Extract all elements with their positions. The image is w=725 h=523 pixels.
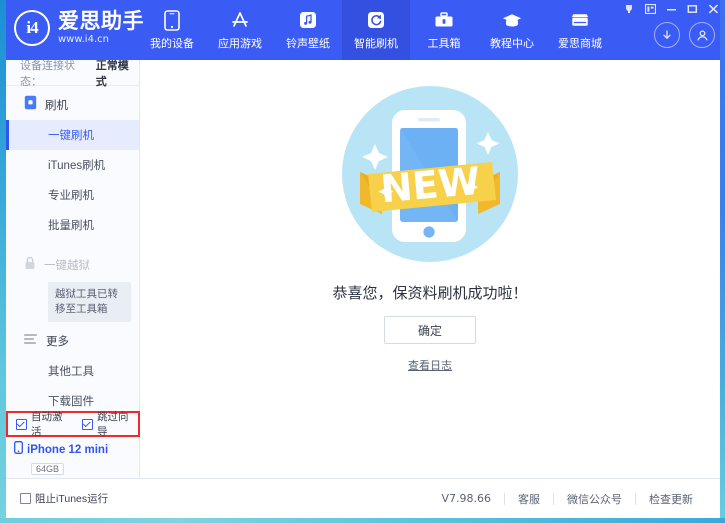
- sidebar-group-label: 一键越狱: [44, 257, 90, 273]
- nav-item-store[interactable]: 爱思商城: [546, 0, 614, 60]
- sidebar: 设备连接状态： 正常模式 刷机 一键刷机 iTunes刷机 专业刷机 批量刷机: [6, 60, 140, 463]
- device-panel[interactable]: iPhone 12 mini 64GB Down-12mini-13,1: [6, 437, 140, 478]
- success-message: 恭喜您，保资料刷机成功啦！: [140, 282, 720, 303]
- main-nav: 我的设备 应用游戏: [138, 0, 614, 60]
- device-capacity: 64GB: [31, 463, 64, 475]
- connection-status-value: 正常模式: [96, 57, 139, 89]
- nav-label: 铃声壁纸: [286, 35, 330, 51]
- sidebar-item-pro-flash[interactable]: 专业刷机: [6, 180, 139, 210]
- nav-item-apps-games[interactable]: 应用游戏: [206, 0, 274, 60]
- nav-item-toolbox[interactable]: 工具箱: [410, 0, 478, 60]
- checkbox-box-icon: [20, 493, 31, 504]
- nav-label: 应用游戏: [218, 35, 262, 51]
- skin-icon[interactable]: [623, 3, 635, 15]
- status-bar: 阻止iTunes运行 V7.98.66 客服 微信公众号 检查更新: [6, 478, 720, 518]
- window-edge-left: [0, 0, 6, 523]
- sidebar-item-one-key-flash[interactable]: 一键刷机: [6, 120, 139, 150]
- phone-small-icon: [14, 441, 23, 459]
- app-window: i4 爱思助手 www.i4.cn 我的设备: [0, 0, 725, 523]
- checkbox-skip-wizard[interactable]: 跳过向导: [82, 409, 138, 439]
- brand-url: www.i4.cn: [58, 35, 144, 45]
- brand-name: 爱思助手: [58, 11, 144, 32]
- download-circle-icon[interactable]: [654, 22, 680, 48]
- phone-icon: [161, 9, 183, 31]
- sidebar-group-more: 更多: [6, 326, 139, 356]
- confirm-button[interactable]: 确定: [384, 316, 476, 344]
- nav-item-tutorial-center[interactable]: 教程中心: [478, 0, 546, 60]
- refresh-icon: [365, 9, 387, 31]
- checkbox-auto-activate[interactable]: 自动激活: [16, 409, 72, 439]
- brand-logo: i4 爱思助手 www.i4.cn: [14, 10, 144, 46]
- sidebar-item-label: 一键刷机: [48, 127, 94, 143]
- connection-status-label: 设备连接状态：: [20, 57, 96, 89]
- app-version: V7.98.66: [428, 492, 504, 505]
- logo-mark-icon: i4: [14, 10, 50, 46]
- checkbox-box-icon: [82, 419, 93, 430]
- sidebar-item-other-tools[interactable]: 其他工具: [6, 356, 139, 386]
- nav-item-smart-flash[interactable]: 智能刷机: [342, 0, 410, 60]
- toolbox-icon: [433, 9, 455, 31]
- nav-label: 教程中心: [490, 35, 534, 51]
- appstore-icon: [229, 9, 251, 31]
- lock-icon: [24, 256, 36, 275]
- window-controls: [623, 3, 719, 15]
- nav-item-my-device[interactable]: 我的设备: [138, 0, 206, 60]
- minimize-icon[interactable]: [665, 3, 677, 15]
- jailbreak-tooltip: 越狱工具已转移至工具箱: [48, 282, 131, 322]
- sidebar-item-label: iTunes刷机: [48, 157, 105, 173]
- nav-label: 爱思商城: [558, 35, 602, 51]
- main-content: NEW 恭喜您，保资料刷机成功啦！ 确定 查看日志: [140, 60, 720, 478]
- sidebar-item-itunes-flash[interactable]: iTunes刷机: [6, 150, 139, 180]
- window-edge-bottom: [0, 518, 725, 523]
- nav-item-ringtone-wallpaper[interactable]: 铃声壁纸: [274, 0, 342, 60]
- account-circle-icon[interactable]: [689, 22, 715, 48]
- wechat-official-link[interactable]: 微信公众号: [554, 491, 635, 507]
- flash-options-row: 自动激活 跳过向导: [6, 411, 140, 437]
- view-log-link[interactable]: 查看日志: [408, 357, 452, 373]
- sidebar-group-flash: 刷机: [6, 90, 139, 120]
- device-name: iPhone 12 mini: [27, 444, 108, 456]
- checkbox-label: 阻止iTunes运行: [35, 491, 108, 506]
- connection-status: 设备连接状态： 正常模式: [6, 60, 139, 86]
- app-header: i4 爱思助手 www.i4.cn 我的设备: [0, 0, 725, 60]
- checkbox-label: 自动激活: [31, 409, 72, 439]
- sidebar-item-label: 其他工具: [48, 363, 94, 379]
- store-icon: [569, 9, 591, 31]
- maximize-icon[interactable]: [686, 3, 698, 15]
- sidebar-item-batch-flash[interactable]: 批量刷机: [6, 210, 139, 240]
- sidebar-item-label: 下载固件: [48, 393, 94, 409]
- nav-label: 智能刷机: [354, 35, 398, 51]
- new-phone-badge: NEW: [330, 74, 530, 274]
- sidebar-item-label: 专业刷机: [48, 187, 94, 203]
- nav-label: 我的设备: [150, 35, 194, 51]
- music-icon: [297, 9, 319, 31]
- checkbox-block-itunes[interactable]: 阻止iTunes运行: [20, 491, 108, 506]
- checkbox-label: 跳过向导: [97, 409, 138, 439]
- list-icon: [24, 332, 38, 350]
- sidebar-group-label: 刷机: [45, 97, 68, 113]
- nav-label: 工具箱: [428, 35, 461, 51]
- customer-service-link[interactable]: 客服: [505, 491, 553, 507]
- flash-device-icon: [24, 95, 37, 115]
- checkbox-box-icon: [16, 419, 27, 430]
- check-update-link[interactable]: 检查更新: [636, 491, 706, 507]
- menu-icon[interactable]: [644, 3, 656, 15]
- window-edge-right: [720, 0, 725, 523]
- sidebar-item-label: 批量刷机: [48, 217, 94, 233]
- sidebar-group-label: 更多: [46, 333, 69, 349]
- close-icon[interactable]: [707, 3, 719, 15]
- header-actions: [654, 22, 715, 48]
- sidebar-group-jailbreak: 一键越狱: [6, 250, 139, 280]
- graduation-cap-icon: [501, 9, 523, 31]
